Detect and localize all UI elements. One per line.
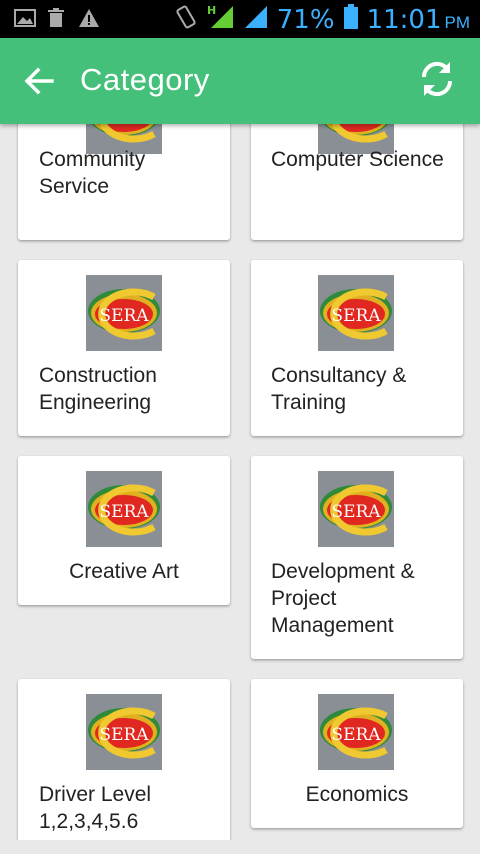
sera-logo: SERA (318, 471, 394, 547)
svg-text:SERA: SERA (99, 306, 149, 326)
category-card-consultancy-training[interactable]: SERA Consultancy & Training (251, 260, 463, 436)
category-label: Driver Level 1,2,3,4,5.6 (39, 783, 152, 833)
category-label: Economics (305, 783, 409, 806)
category-card-economics[interactable]: SERA Economics (251, 679, 463, 828)
category-card-creative-art[interactable]: SERA Creative Art (18, 456, 230, 605)
refresh-icon[interactable] (416, 58, 458, 100)
status-bar: H 71% 11:01 PM (0, 0, 480, 38)
page-title: Category (80, 62, 210, 97)
sera-logo: SERA (86, 275, 162, 351)
category-card-development-project-management[interactable]: SERA Development & Project Management (251, 456, 463, 659)
svg-text:SERA: SERA (331, 124, 381, 129)
svg-text:SERA: SERA (331, 502, 381, 522)
warning-icon (78, 8, 100, 28)
category-label: Community Service (39, 148, 146, 198)
image-notification-icon (14, 8, 36, 28)
svg-text:H: H (207, 4, 216, 17)
sera-logo: SERA (86, 694, 162, 770)
svg-text:SERA: SERA (331, 725, 381, 745)
category-card-construction-engineering[interactable]: SERA Construction Engineering (18, 260, 230, 436)
battery-percent: 71% (276, 4, 335, 35)
category-card-computer-science[interactable]: SERA Computer Science (251, 124, 463, 240)
back-arrow-icon[interactable] (22, 64, 56, 98)
category-label: Consultancy & Training (271, 364, 407, 414)
signal-strength-h-icon: H (207, 4, 235, 35)
clock: 11:01 PM (367, 5, 470, 35)
category-label: Construction Engineering (39, 364, 157, 414)
category-label: Development & Project Management (271, 560, 415, 637)
sera-logo: SERA (86, 471, 162, 547)
trash-notification-icon (46, 8, 68, 28)
svg-text:SERA: SERA (99, 725, 149, 745)
category-grid: SERA Community Service SERA Computer Sci… (0, 124, 480, 840)
battery-icon (343, 4, 359, 35)
vibrate-icon (173, 4, 199, 35)
svg-text:SERA: SERA (99, 124, 149, 129)
category-card-driver-level[interactable]: SERA Driver Level 1,2,3,4,5.6 (18, 679, 230, 840)
signal-strength-icon (243, 4, 269, 35)
clock-time: 11:01 (366, 4, 442, 35)
clock-ampm: PM (444, 12, 471, 32)
sera-logo: SERA (318, 694, 394, 770)
svg-text:SERA: SERA (99, 502, 149, 522)
sera-logo: SERA (318, 275, 394, 351)
category-label: Computer Science (271, 148, 444, 171)
svg-text:SERA: SERA (331, 306, 381, 326)
app-bar: Category (0, 38, 480, 124)
category-card-community-service[interactable]: SERA Community Service (18, 124, 230, 240)
category-label: Creative Art (69, 560, 179, 583)
